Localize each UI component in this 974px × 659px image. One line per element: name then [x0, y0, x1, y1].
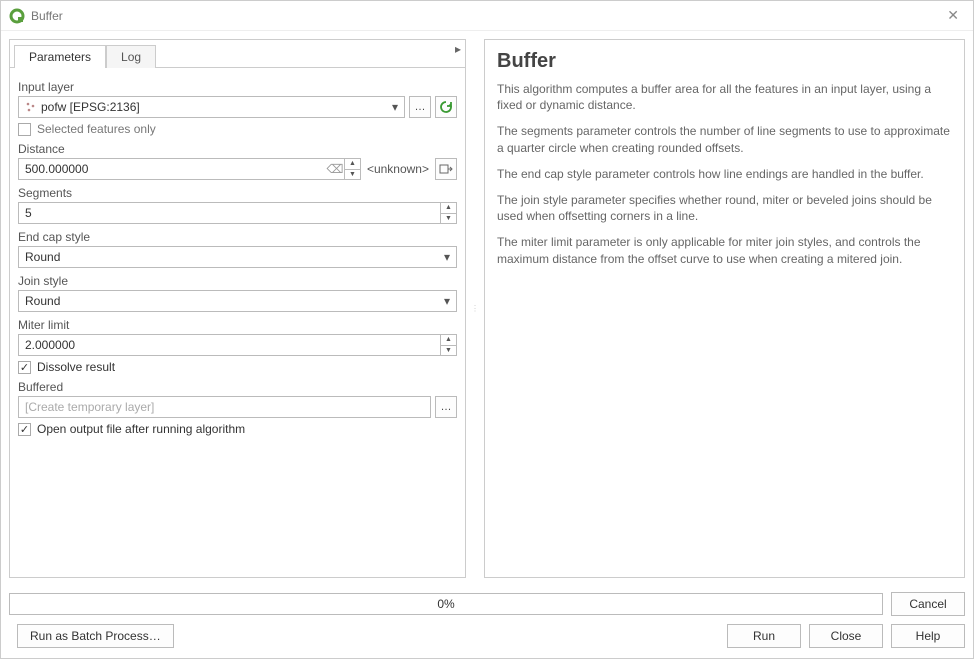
- clear-icon[interactable]: ⌫: [326, 159, 344, 179]
- tab-bar: Parameters Log: [10, 40, 465, 68]
- chevron-down-icon: ▾: [392, 100, 398, 114]
- data-defined-icon: [439, 162, 453, 176]
- qgis-icon: [9, 8, 25, 24]
- data-defined-button[interactable]: [435, 158, 457, 180]
- browse-output-button[interactable]: …: [435, 396, 457, 418]
- chevron-down-icon: ▾: [444, 294, 450, 308]
- label-buffered: Buffered: [18, 380, 457, 394]
- collapse-help-icon[interactable]: ▸: [455, 42, 461, 56]
- segments-input[interactable]: 5 ▲▼: [18, 202, 457, 224]
- segments-spinner[interactable]: ▲▼: [440, 203, 456, 223]
- window-title: Buffer: [31, 9, 941, 23]
- run-batch-button[interactable]: Run as Batch Process…: [17, 624, 174, 648]
- footer: 0% Cancel Run as Batch Process… Run Clos…: [1, 586, 973, 658]
- tab-parameters[interactable]: Parameters: [14, 45, 106, 68]
- iterate-features-button[interactable]: [435, 96, 457, 118]
- titlebar: Buffer ✕: [1, 1, 973, 31]
- label-end-cap: End cap style: [18, 230, 457, 244]
- point-layer-icon: [25, 101, 37, 113]
- body: ▸ Parameters Log Input layer pofw [EPSG:…: [1, 31, 973, 586]
- checkbox-checked-icon: ✓: [18, 361, 31, 374]
- help-text: The miter limit parameter is only applic…: [497, 234, 952, 266]
- distance-unit: <unknown>: [365, 162, 431, 176]
- dissolve-result-check[interactable]: ✓ Dissolve result: [18, 360, 457, 374]
- cancel-button[interactable]: Cancel: [891, 592, 965, 616]
- end-cap-value: Round: [25, 250, 60, 264]
- close-button[interactable]: Close: [809, 624, 883, 648]
- help-button[interactable]: Help: [891, 624, 965, 648]
- buffered-output-input[interactable]: [Create temporary layer]: [18, 396, 431, 418]
- run-button[interactable]: Run: [727, 624, 801, 648]
- help-text: This algorithm computes a buffer area fo…: [497, 81, 952, 113]
- parameters-panel: ▸ Parameters Log Input layer pofw [EPSG:…: [9, 39, 466, 578]
- segments-value: 5: [19, 203, 440, 223]
- help-text: The end cap style parameter controls how…: [497, 166, 952, 182]
- buffered-placeholder: [Create temporary layer]: [25, 400, 154, 414]
- distance-spinner[interactable]: ▲▼: [344, 159, 360, 179]
- selected-only-label: Selected features only: [37, 122, 156, 136]
- miter-limit-input[interactable]: 2.000000 ▲▼: [18, 334, 457, 356]
- progress-text: 0%: [437, 597, 454, 611]
- dissolve-label: Dissolve result: [37, 360, 115, 374]
- selected-features-only-check[interactable]: Selected features only: [18, 122, 457, 136]
- chevron-down-icon: ▾: [444, 250, 450, 264]
- form: Input layer pofw [EPSG:2136] ▾ …: [10, 68, 465, 577]
- browse-layer-button[interactable]: …: [409, 96, 431, 118]
- help-text: The join style parameter specifies wheth…: [497, 192, 952, 224]
- checkbox-checked-icon: ✓: [18, 423, 31, 436]
- distance-input[interactable]: 500.000000 ⌫ ▲▼: [18, 158, 361, 180]
- help-text: The segments parameter controls the numb…: [497, 123, 952, 155]
- open-output-label: Open output file after running algorithm: [37, 422, 245, 436]
- label-miter-limit: Miter limit: [18, 318, 457, 332]
- splitter-handle[interactable]: ⋮: [472, 39, 478, 578]
- input-layer-value: pofw [EPSG:2136]: [41, 100, 140, 114]
- end-cap-combo[interactable]: Round ▾: [18, 246, 457, 268]
- input-layer-combo[interactable]: pofw [EPSG:2136] ▾: [18, 96, 405, 118]
- help-panel: Buffer This algorithm computes a buffer …: [484, 39, 965, 578]
- reload-icon: [439, 100, 453, 114]
- tab-log[interactable]: Log: [106, 45, 156, 68]
- progress-bar: 0%: [9, 593, 883, 615]
- dialog-buffer: Buffer ✕ ▸ Parameters Log Input layer: [0, 0, 974, 659]
- close-icon[interactable]: ✕: [941, 7, 965, 24]
- join-style-value: Round: [25, 294, 60, 308]
- distance-value: 500.000000: [19, 159, 326, 179]
- label-input-layer: Input layer: [18, 80, 457, 94]
- checkbox-icon: [18, 123, 31, 136]
- label-distance: Distance: [18, 142, 457, 156]
- label-segments: Segments: [18, 186, 457, 200]
- help-title: Buffer: [497, 50, 952, 73]
- open-output-check[interactable]: ✓ Open output file after running algorit…: [18, 422, 457, 436]
- join-style-combo[interactable]: Round ▾: [18, 290, 457, 312]
- miter-limit-spinner[interactable]: ▲▼: [440, 335, 456, 355]
- miter-limit-value: 2.000000: [19, 335, 440, 355]
- label-join-style: Join style: [18, 274, 457, 288]
